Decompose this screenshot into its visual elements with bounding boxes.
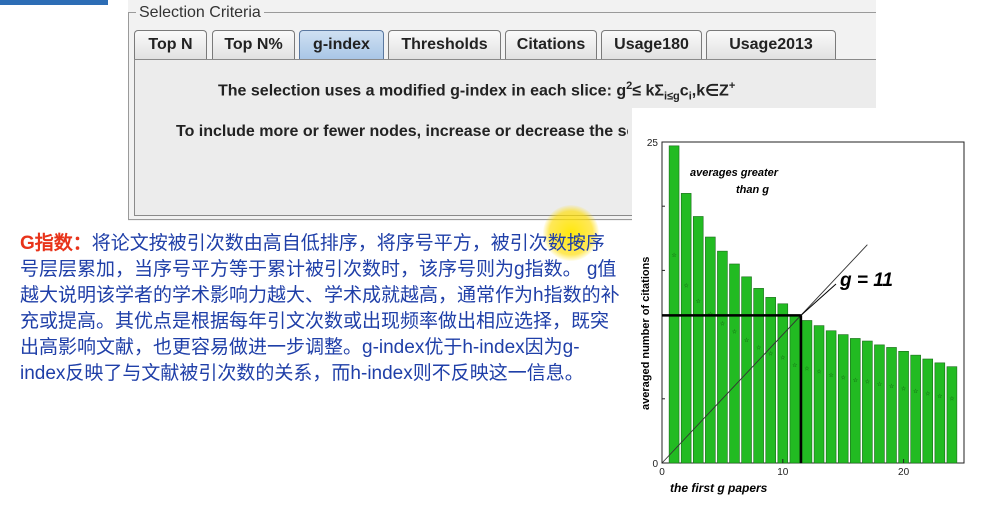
tab-g-index[interactable]: g-index [299,30,384,59]
y-tick-label-0: 0 [652,459,658,470]
tab-usage2013[interactable]: Usage2013 [706,30,836,59]
bar-mark-20: ☆ [901,385,906,392]
bar-5 [717,250,728,464]
tab-top-n-percent[interactable]: Top N% [212,30,295,59]
formula-c: c [679,82,689,100]
bar-mark-19: ☆ [889,383,894,390]
bar-9 [765,297,776,464]
bar-mark-6: ☆ [732,329,737,336]
g-index-chart: ☆☆☆☆☆☆☆☆☆☆☆☆☆☆☆☆☆☆☆☆☆☆☆☆ 01020025 averag… [640,138,965,495]
bar-2 [680,193,692,464]
bar-mark-14: ☆ [828,372,833,379]
formula-sum: ≤ kΣ [632,82,664,100]
bar-mark-23: ☆ [937,393,942,400]
bar-mark-12: ☆ [804,365,809,372]
bar-1 [668,145,680,464]
bar-16 [850,338,861,464]
bar-24 [946,366,958,464]
bar-10 [777,303,789,464]
formula-z-plus: + [728,80,736,92]
bar-17 [862,340,873,464]
bar-mark-10: ☆ [780,355,785,362]
bar-mark-9: ☆ [768,350,773,357]
g-index-figure: ☆☆☆☆☆☆☆☆☆☆☆☆☆☆☆☆☆☆☆☆☆☆☆☆ 01020025 averag… [632,108,988,500]
bar-14 [825,330,837,464]
bar-20 [898,350,909,464]
formula-tail: ,k∈Z [691,82,729,100]
group-title: Selection Criteria [136,4,264,22]
tab-usage180[interactable]: Usage180 [601,30,702,59]
bar-19 [886,347,897,464]
tab-citations[interactable]: Citations [505,30,597,59]
bar-mark-22: ☆ [925,390,930,397]
bar-mark-8: ☆ [756,344,761,351]
bar-6 [729,263,740,464]
bar-15 [837,334,849,464]
bar-mark-11: ☆ [792,362,797,369]
bar-12 [801,320,813,464]
x-tick-label-0: 0 [659,467,665,478]
bar-23 [934,362,946,464]
explanation-body: 将论文按被引次数由高自低排序，将序号平方，被引次数按序号层层累加，当序号平方等于… [20,233,620,384]
bar-mark-3: ☆ [696,298,701,305]
g-index-explanation: G指数：将论文按被引次数由高自低排序，将序号平方，被引次数按序号层层累加，当序号… [20,231,620,387]
g-index-description: The selection uses a modified g-index in… [218,80,735,103]
x-tick-label-10: 10 [777,467,789,478]
tab-thresholds[interactable]: Thresholds [388,30,501,59]
bar-mark-17: ☆ [865,379,870,386]
bar-4 [705,236,716,464]
bar-mark-16: ☆ [853,377,858,384]
bar-21 [910,354,921,464]
y-tick-label-25: 25 [647,138,659,149]
explanation-heading: G指数： [20,233,92,254]
top-accent-line [0,0,108,5]
bar-mark-18: ☆ [877,381,882,388]
bar-mark-13: ☆ [816,369,821,376]
bar-22 [922,358,934,464]
bar-13 [813,325,825,464]
bar-3 [692,216,704,464]
annotation-than-g: than g [736,184,769,196]
scaling-factor-hint: To include more or fewer nodes, increase… [176,123,628,140]
bar-mark-24: ☆ [949,395,954,402]
formula-sum-index: i≤g [663,90,680,103]
bar-18 [874,344,885,464]
bar-mark-15: ☆ [841,375,846,382]
description-text: The selection uses a modified g-index in… [218,82,627,100]
x-axis-label: the first g papers [670,481,768,495]
bar-mark-21: ☆ [913,388,918,395]
bar-mark-1: ☆ [671,252,676,259]
tab-top-n[interactable]: Top N [134,30,207,59]
bar-mark-5: ☆ [720,320,725,327]
bar-mark-7: ☆ [744,337,749,344]
bar-mark-2: ☆ [683,283,688,290]
annotation-averages: averages greater [690,167,779,179]
annotation-g-equals: g = 11 [839,270,893,291]
x-tick-label-20: 20 [898,467,910,478]
y-axis-label: averaged number of citations [640,257,652,410]
bar-11 [789,315,801,464]
